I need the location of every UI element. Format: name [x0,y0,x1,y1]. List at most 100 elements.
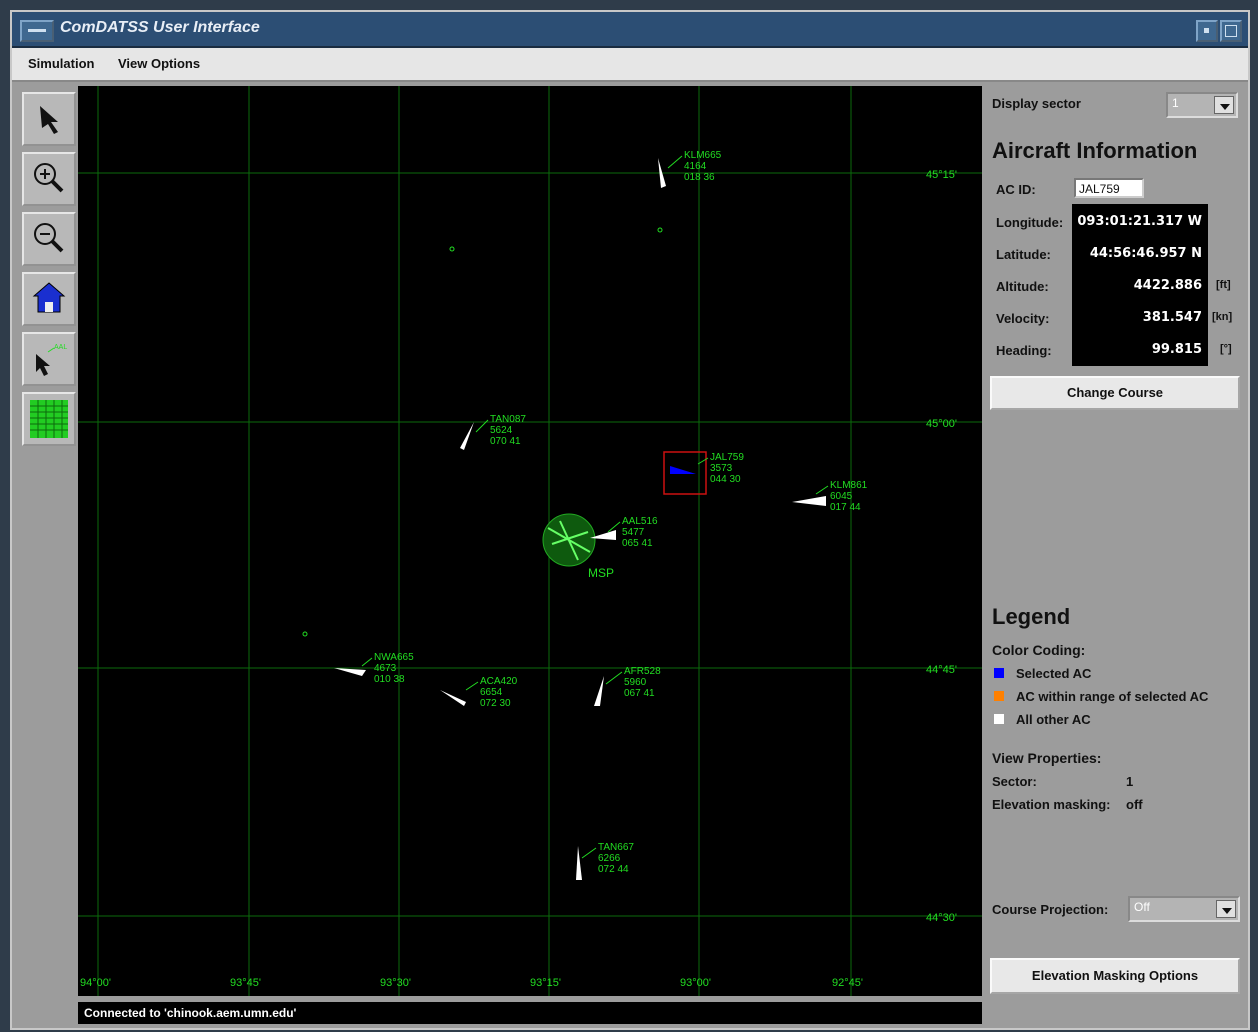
svg-text:4673: 4673 [374,663,397,674]
menu-view-options[interactable]: View Options [118,56,200,71]
svg-text:5477: 5477 [622,527,645,538]
waypoint-marker [657,227,663,233]
elevation-masking-value: off [1126,797,1143,812]
zoom-in-icon [34,163,64,193]
aircraft-readout-box: 093:01:21.317 W 44:56:46.957 N 4422.886 … [1072,204,1208,366]
heading-unit: [°] [1220,343,1232,355]
longitude-label: Longitude: [996,215,1064,230]
aircraft-select-button[interactable]: AAL [22,332,76,386]
latitude-value: 44:56:46.957 N [1089,246,1202,261]
svg-text:TAN087: TAN087 [490,414,526,425]
aircraft-tan667[interactable]: TAN667 6266 072 44 [576,842,634,880]
heading-value: 99.815 [1151,342,1202,357]
tool-palette: AAL [18,88,78,1008]
lat-label: 44°45' [926,664,957,676]
lon-label: 93°45' [230,977,261,989]
elevation-masking-label: Elevation masking: [992,797,1111,812]
legend-title: Legend [992,604,1071,629]
legend-swatch-selected [994,668,1004,678]
status-text: Connected to 'chinook.aem.umn.edu' [84,1006,297,1020]
aircraft-afr528[interactable]: AFR528 5960 067 41 [594,666,661,706]
velocity-value: 381.547 [1142,310,1202,325]
display-sector-select[interactable]: 1 [1166,92,1238,118]
window-menu-button[interactable] [20,20,54,42]
svg-text:ACA420: ACA420 [480,676,518,687]
lon-label: 94°00' [80,977,111,989]
legend-other-label: All other AC [1016,712,1091,727]
svg-text:3573: 3573 [710,463,733,474]
svg-text:KLM861: KLM861 [830,480,868,491]
color-coding-title: Color Coding: [992,642,1086,658]
zoom-in-button[interactable] [22,152,76,206]
pointer-tool-button[interactable] [22,92,76,146]
svg-text:072 44: 072 44 [598,864,629,875]
menu-bar: Simulation View Options [12,48,1248,82]
ac-id-label: AC ID: [996,182,1036,197]
chevron-down-icon [1214,96,1234,114]
lat-label: 45°00' [926,418,957,430]
course-projection-label: Course Projection: [992,902,1109,917]
svg-text:018 36: 018 36 [684,172,715,183]
maximize-button[interactable] [1220,20,1242,42]
svg-text:KLM665: KLM665 [684,150,722,161]
view-properties-title: View Properties: [992,750,1102,766]
aircraft-aal516[interactable]: AAL516 5477 065 41 [590,516,658,549]
svg-text:010 38: 010 38 [374,674,405,685]
altitude-label: Altitude: [996,279,1049,294]
svg-text:JAL759: JAL759 [710,452,744,463]
aircraft-aca420[interactable]: ACA420 6654 072 30 [440,676,518,709]
svg-text:6654: 6654 [480,687,503,698]
svg-text:AAL516: AAL516 [622,516,658,527]
aircraft-tan087[interactable]: TAN087 5624 070 41 [460,414,526,450]
course-projection-select[interactable]: Off [1128,896,1240,922]
chevron-down-icon [1216,900,1236,918]
svg-text:017 44: 017 44 [830,502,861,513]
legend-swatch-other [994,714,1004,724]
svg-text:TAN667: TAN667 [598,842,634,853]
svg-text:070 41: 070 41 [490,436,521,447]
radar-map[interactable]: 45°15' 45°00' 44°45' 44°30' 94°00' 93°45… [78,86,982,996]
aircraft-klm665[interactable]: KLM665 4164 018 36 [658,150,722,188]
aircraft-klm861[interactable]: KLM861 6045 017 44 [792,480,868,513]
pointer-arrow-icon [40,106,58,134]
window-title: ComDATSS User Interface [60,19,260,36]
airport-msp[interactable]: MSP [542,513,614,580]
aircraft-jal759[interactable]: JAL759 3573 044 30 [670,452,744,485]
display-sector-label: Display sector [992,96,1081,111]
home-icon [32,282,66,313]
lon-label: 92°45' [832,977,863,989]
aircraft-info-title: Aircraft Information [992,138,1198,163]
svg-text:072 30: 072 30 [480,698,511,709]
zoom-out-button[interactable] [22,212,76,266]
svg-text:NWA665: NWA665 [374,652,414,663]
ac-id-field[interactable]: JAL759 [1074,178,1144,198]
lon-label: 93°15' [530,977,561,989]
grid-toggle-button[interactable] [22,392,76,446]
waypoint-marker [302,631,308,637]
lat-label: 45°15' [926,169,957,181]
lat-label: 44°30' [926,912,957,924]
main-window: ComDATSS User Interface Simulation View … [10,10,1250,1030]
elevation-masking-options-button[interactable]: Elevation Masking Options [990,958,1240,994]
altitude-value: 4422.886 [1133,278,1202,293]
waypoint-marker [449,246,455,252]
svg-text:AAL: AAL [54,344,67,351]
legend-in-range-label: AC within range of selected AC [1016,689,1209,704]
lon-label: 93°00' [680,977,711,989]
info-panel: Display sector 1 Aircraft Information AC… [988,86,1244,1006]
home-view-button[interactable] [22,272,76,326]
lon-label: 93°30' [380,977,411,989]
svg-text:067 41: 067 41 [624,688,655,699]
svg-text:6045: 6045 [830,491,853,502]
airport-label: MSP [588,566,614,580]
latitude-label: Latitude: [996,247,1051,262]
svg-text:6266: 6266 [598,853,621,864]
minimize-button[interactable] [1196,20,1218,42]
longitude-value: 093:01:21.317 W [1077,214,1202,229]
zoom-out-icon [34,223,64,253]
altitude-unit: [ft] [1216,279,1231,291]
menu-simulation[interactable]: Simulation [28,56,94,71]
change-course-button[interactable]: Change Course [990,376,1240,410]
svg-text:AFR528: AFR528 [624,666,661,677]
svg-text:4164: 4164 [684,161,707,172]
